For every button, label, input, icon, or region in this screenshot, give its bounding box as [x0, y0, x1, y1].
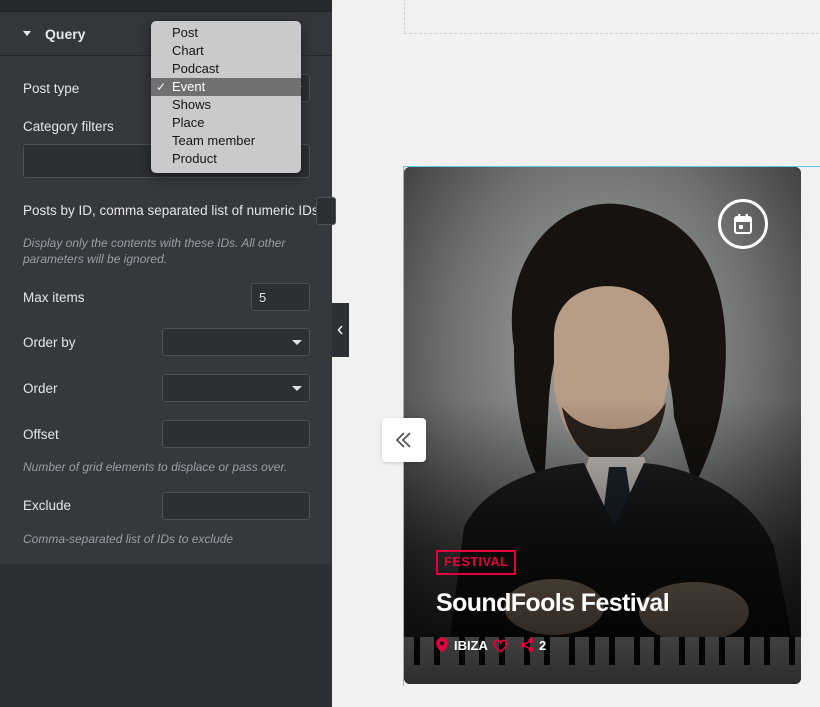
order-select[interactable] — [162, 374, 310, 402]
empty-drop-area[interactable] — [404, 0, 820, 34]
calendar-badge — [718, 199, 768, 249]
chevron-down-icon — [292, 340, 302, 345]
dropdown-option-label: Shows — [172, 97, 212, 112]
location-pin-icon — [436, 637, 448, 653]
checkmark-icon: ✓ — [156, 80, 167, 94]
post-type-label: Post type — [23, 81, 80, 96]
posts-by-id-hint: Display only the contents with these IDs… — [23, 236, 286, 266]
panel-collapse-button[interactable] — [332, 303, 349, 357]
offset-hint: Number of grid elements to displace or p… — [23, 460, 288, 474]
dropdown-option-label: Place — [172, 115, 205, 130]
category-tag[interactable]: FESTIVAL — [436, 550, 517, 575]
dropdown-option-label: Event — [172, 79, 206, 94]
dropdown-option[interactable]: ✓ Event — [151, 78, 301, 96]
dropdown-option-label: Post — [172, 25, 199, 40]
order-by-label: Order by — [23, 335, 76, 350]
order-by-select[interactable] — [162, 328, 310, 356]
share-count: 2 — [539, 638, 547, 653]
caret-down-icon — [23, 31, 31, 36]
dropdown-option[interactable]: Post — [151, 24, 301, 42]
max-items-value: 5 — [259, 290, 267, 305]
max-items-label: Max items — [23, 290, 85, 305]
chevron-down-icon — [292, 386, 302, 391]
dropdown-option-label: Team member — [172, 133, 256, 148]
order-label: Order — [23, 381, 58, 396]
exclude-label: Exclude — [23, 498, 72, 513]
dropdown-option[interactable]: Shows — [151, 96, 301, 114]
post-type-dropdown-menu: Post Chart Podcast ✓ Event Shows Place Team mem… — [151, 21, 301, 173]
offset-label: Offset — [23, 427, 59, 442]
exclude-input[interactable] — [162, 492, 310, 520]
calendar-icon — [734, 214, 752, 234]
dropdown-option-label: Product — [172, 151, 217, 166]
event-title[interactable]: SoundFools Festival — [436, 589, 670, 618]
section-title: Query — [45, 26, 86, 42]
offset-input[interactable] — [162, 420, 310, 448]
chevron-left-icon — [337, 325, 343, 335]
panel-top-strip — [0, 0, 332, 12]
carousel-prev-button[interactable] — [382, 418, 426, 462]
dropdown-option-label: Chart — [172, 43, 204, 58]
double-chevron-left-icon — [395, 432, 411, 448]
dropdown-option-label: Podcast — [172, 61, 219, 76]
dropdown-option[interactable]: Podcast — [151, 60, 301, 78]
share-icon[interactable] — [520, 637, 534, 653]
dropdown-option[interactable]: Team member — [151, 132, 301, 150]
dropdown-option[interactable]: Chart — [151, 42, 301, 60]
dropdown-option[interactable]: Place — [151, 114, 301, 132]
dropdown-option[interactable]: Product — [151, 150, 301, 168]
max-items-input[interactable]: 5 — [251, 283, 310, 311]
posts-by-id-label: Posts by ID, comma separated list of num… — [23, 203, 319, 218]
event-card[interactable]: FESTIVAL SoundFools Festival IBIZA 2 — [404, 167, 801, 684]
event-location: IBIZA — [454, 638, 488, 653]
category-filters-label: Category filters — [23, 119, 114, 134]
exclude-hint: Comma-separated list of IDs to exclude — [23, 532, 234, 546]
heart-icon[interactable] — [493, 638, 508, 654]
posts-by-id-input[interactable] — [316, 197, 336, 225]
